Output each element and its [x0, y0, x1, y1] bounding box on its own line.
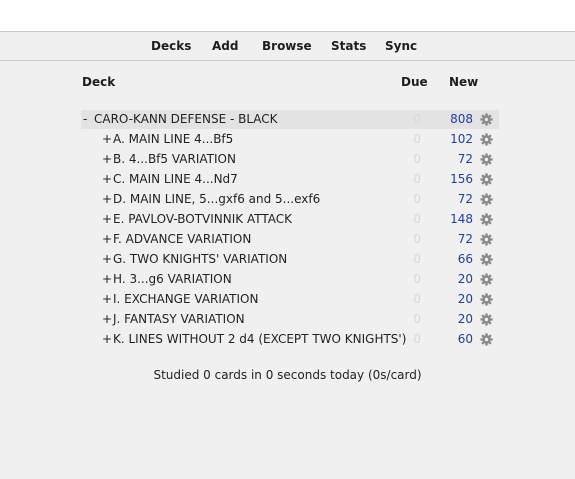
- gear-icon[interactable]: [480, 113, 493, 126]
- gear-icon[interactable]: [480, 173, 493, 186]
- gear-icon[interactable]: [480, 133, 493, 146]
- new-count: 148: [450, 212, 473, 226]
- due-count: 0: [413, 192, 421, 206]
- due-count: 0: [413, 312, 421, 326]
- deck-row-parent[interactable]: - CARO-KANN DEFENSE - BLACK 0 808: [81, 110, 499, 129]
- deck-name[interactable]: A. MAIN LINE 4...Bf5: [113, 130, 233, 149]
- expand-toggle[interactable]: +: [102, 310, 112, 329]
- new-count: 808: [450, 112, 473, 126]
- window-top-strip: [0, 0, 575, 32]
- gear-icon[interactable]: [480, 293, 493, 306]
- due-count: 0: [413, 112, 421, 126]
- study-summary: Studied 0 cards in 0 seconds today (0s/c…: [153, 368, 422, 382]
- deck-name[interactable]: D. MAIN LINE, 5...gxf6 and 5...exf6: [113, 190, 320, 209]
- new-count: 72: [457, 192, 473, 206]
- deck-row[interactable]: + D. MAIN LINE, 5...gxf6 and 5...exf6 0 …: [81, 190, 499, 209]
- deck-name[interactable]: E. PAVLOV-BOTVINNIK ATTACK: [113, 210, 292, 229]
- new-count: 20: [457, 292, 473, 306]
- gear-icon[interactable]: [480, 273, 493, 286]
- gear-icon[interactable]: [480, 193, 493, 206]
- due-count: 0: [413, 272, 421, 286]
- gear-icon[interactable]: [480, 253, 493, 266]
- deck-row[interactable]: + K. LINES WITHOUT 2 d4 (EXCEPT TWO KNIG…: [81, 330, 499, 349]
- deck-row[interactable]: + J. FANTASY VARIATION 0 20: [81, 310, 499, 329]
- due-count: 0: [413, 172, 421, 186]
- new-count: 20: [457, 272, 473, 286]
- toolbar-stats-button[interactable]: Stats: [331, 32, 366, 60]
- gear-icon[interactable]: [480, 333, 493, 346]
- new-column-header: New: [449, 75, 479, 89]
- gear-icon[interactable]: [480, 313, 493, 326]
- deck-name[interactable]: G. TWO KNIGHTS' VARIATION: [113, 250, 287, 269]
- deck-row[interactable]: + H. 3...g6 VARIATION 0 20: [81, 270, 499, 289]
- expand-toggle[interactable]: +: [102, 290, 112, 309]
- deck-name[interactable]: H. 3...g6 VARIATION: [113, 270, 232, 289]
- deck-row[interactable]: + I. EXCHANGE VARIATION 0 20: [81, 290, 499, 309]
- expand-toggle[interactable]: +: [102, 210, 112, 229]
- due-count: 0: [413, 232, 421, 246]
- deck-name[interactable]: J. FANTASY VARIATION: [113, 310, 245, 329]
- new-count: 66: [457, 252, 473, 266]
- new-count: 156: [450, 172, 473, 186]
- expand-toggle[interactable]: +: [102, 170, 112, 189]
- due-count: 0: [413, 132, 421, 146]
- deck-row[interactable]: + B. 4...Bf5 VARIATION 0 72: [81, 150, 499, 169]
- expand-toggle[interactable]: +: [102, 190, 112, 209]
- deck-name[interactable]: K. LINES WITHOUT 2 d4 (EXCEPT TWO KNIGHT…: [113, 330, 406, 349]
- toolbar-decks-button[interactable]: Decks: [151, 32, 191, 60]
- toolbar-browse-button[interactable]: Browse: [262, 32, 312, 60]
- expand-toggle[interactable]: +: [102, 270, 112, 289]
- deck-row[interactable]: + G. TWO KNIGHTS' VARIATION 0 66: [81, 250, 499, 269]
- gear-icon[interactable]: [480, 233, 493, 246]
- deck-row[interactable]: + C. MAIN LINE 4...Nd7 0 156: [81, 170, 499, 189]
- due-count: 0: [413, 212, 421, 226]
- new-count: 20: [457, 312, 473, 326]
- expand-toggle[interactable]: +: [102, 230, 112, 249]
- gear-icon[interactable]: [480, 213, 493, 226]
- deck-name[interactable]: F. ADVANCE VARIATION: [113, 230, 251, 249]
- collapse-toggle[interactable]: -: [83, 110, 87, 129]
- expand-toggle[interactable]: +: [102, 130, 112, 149]
- main-toolbar: Decks Add Browse Stats Sync: [0, 32, 575, 61]
- toolbar-sync-button[interactable]: Sync: [385, 32, 417, 60]
- expand-toggle[interactable]: +: [102, 150, 112, 169]
- new-count: 60: [457, 332, 473, 346]
- deck-name[interactable]: C. MAIN LINE 4...Nd7: [113, 170, 238, 189]
- due-count: 0: [413, 292, 421, 306]
- deck-name[interactable]: I. EXCHANGE VARIATION: [113, 290, 258, 309]
- deck-row[interactable]: + A. MAIN LINE 4...Bf5 0 102: [81, 130, 499, 149]
- due-count: 0: [413, 152, 421, 166]
- toolbar-add-button[interactable]: Add: [212, 32, 238, 60]
- expand-toggle[interactable]: +: [102, 250, 112, 269]
- new-count: 102: [450, 132, 473, 146]
- new-count: 72: [457, 232, 473, 246]
- due-count: 0: [413, 332, 421, 346]
- deck-name[interactable]: B. 4...Bf5 VARIATION: [113, 150, 236, 169]
- expand-toggle[interactable]: +: [102, 330, 112, 349]
- gear-icon[interactable]: [480, 153, 493, 166]
- due-count: 0: [413, 252, 421, 266]
- due-column-header: Due: [401, 75, 428, 89]
- deck-row[interactable]: + F. ADVANCE VARIATION 0 72: [81, 230, 499, 249]
- new-count: 72: [457, 152, 473, 166]
- deck-column-header: Deck: [82, 75, 116, 89]
- deck-name[interactable]: CARO-KANN DEFENSE - BLACK: [94, 110, 278, 129]
- deck-row[interactable]: + E. PAVLOV-BOTVINNIK ATTACK 0 148: [81, 210, 499, 229]
